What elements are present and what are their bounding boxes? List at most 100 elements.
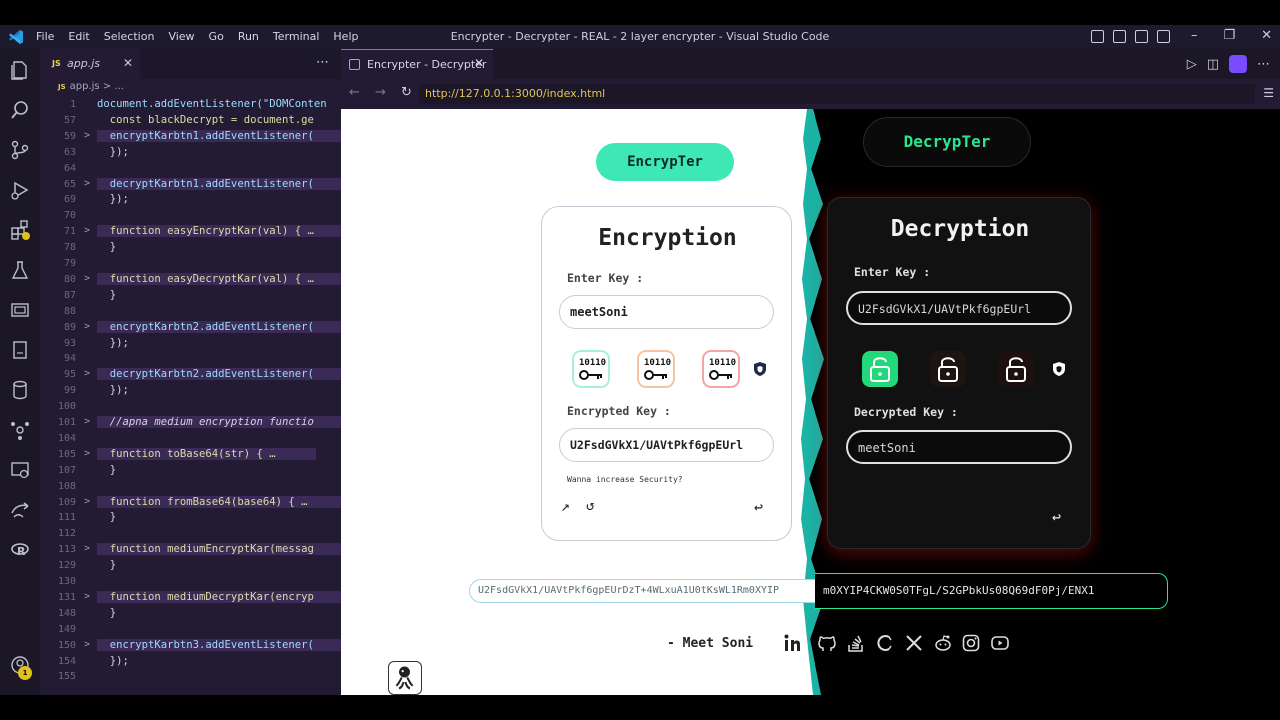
code-line[interactable]: 87 } (40, 288, 341, 304)
code-line[interactable]: 109 > function fromBase64(base64) { … (40, 495, 341, 511)
tab-browser-preview[interactable]: Encrypter - Decrypter ✕ (341, 49, 493, 79)
graph-nodes-icon[interactable] (9, 419, 31, 441)
forward-arrow-icon[interactable]: → (375, 85, 386, 100)
lock-icon[interactable] (1229, 55, 1247, 73)
github-icon[interactable] (817, 633, 837, 653)
code-line[interactable]: 59 > encryptKarbtn1.addEventListener( (40, 129, 341, 145)
restore-icon[interactable]: ❐ (1223, 28, 1235, 43)
close-icon[interactable]: ✕ (1261, 28, 1272, 43)
back-arrow-icon[interactable]: ← (349, 85, 360, 100)
decrypt-level-3-button[interactable] (997, 350, 1035, 388)
database-icon[interactable] (9, 379, 31, 401)
code-line[interactable]: 88 (40, 304, 341, 320)
code-line[interactable]: 71 > function easyEncryptKar(val) { … (40, 224, 341, 240)
code-line[interactable]: 69 }); (40, 192, 341, 208)
code-line[interactable]: 80 > function easyDecryptKar(val) { … (40, 272, 341, 288)
fold-chevron-icon[interactable]: > (84, 130, 90, 141)
codepen-icon[interactable] (875, 633, 895, 653)
code-line[interactable]: 149 (40, 622, 341, 638)
instagram-icon[interactable] (961, 633, 981, 653)
close-tab-icon[interactable]: ✕ (123, 56, 133, 70)
fold-chevron-icon[interactable]: > (84, 448, 90, 459)
fold-chevron-icon[interactable]: > (84, 416, 90, 427)
linkedin-icon[interactable] (783, 633, 803, 653)
reddit-icon[interactable] (933, 633, 953, 653)
encrypt-level-2-button[interactable]: 10110 (637, 350, 675, 388)
code-line[interactable]: 79 (40, 256, 341, 272)
code-line[interactable]: 65 > decryptKarbtn1.addEventListener( (40, 177, 341, 193)
breadcrumb[interactable]: JS app.js > ... (58, 81, 124, 92)
fold-chevron-icon[interactable]: > (84, 225, 90, 236)
testing-flask-icon[interactable] (9, 259, 31, 281)
decrypted-key-output[interactable]: meetSoni (846, 430, 1072, 464)
shield-icon[interactable] (753, 361, 767, 377)
decrypter-pill[interactable]: DecrypTer (863, 117, 1031, 167)
tab-app-js[interactable]: JS app.js ✕ (40, 49, 140, 79)
close-tab-icon[interactable]: ✕ (474, 56, 484, 70)
browser-menu-icon[interactable]: ☰ (1263, 86, 1274, 100)
stackoverflow-icon[interactable] (846, 633, 866, 653)
x-twitter-icon[interactable] (904, 633, 924, 653)
code-line[interactable]: 95 > decryptKarbtn2.addEventListener( (40, 367, 341, 383)
fold-chevron-icon[interactable]: > (84, 496, 90, 507)
site-logo[interactable] (388, 661, 422, 695)
fold-chevron-icon[interactable]: > (84, 368, 90, 379)
code-line[interactable]: 70 (40, 208, 341, 224)
code-line[interactable]: 108 (40, 479, 341, 495)
run-debug-icon[interactable] (9, 179, 31, 201)
code-line[interactable]: 78 } (40, 240, 341, 256)
toggle-secondary-sidebar-icon[interactable] (1157, 30, 1170, 43)
live-preview-icon[interactable] (9, 459, 31, 481)
code-line[interactable]: 150 > encryptKarbtn3.addEventListener( (40, 638, 341, 654)
remote-explorer-icon[interactable] (9, 299, 31, 321)
extensions-icon[interactable] (9, 219, 31, 241)
more-actions-icon[interactable]: ⋯ (316, 55, 329, 70)
encrypter-pill[interactable]: EncrypTer (596, 143, 734, 181)
code-line[interactable]: 129 } (40, 558, 341, 574)
shield-icon[interactable] (1052, 361, 1066, 377)
code-line[interactable]: 57 const blackDecrypt = document.ge (40, 113, 341, 129)
code-line[interactable]: 63 }); (40, 145, 341, 161)
enter-key-input[interactable]: meetSoni (559, 295, 774, 329)
code-line[interactable]: 131 > function mediumDecryptKar(encryp (40, 590, 341, 606)
code-line[interactable]: 100 (40, 399, 341, 415)
code-line[interactable]: 107 } (40, 463, 341, 479)
code-line[interactable]: 111 } (40, 510, 341, 526)
code-line[interactable]: 155 (40, 669, 341, 685)
code-line[interactable]: 89 > encryptKarbtn2.addEventListener( (40, 320, 341, 336)
code-line[interactable]: 154 }); (40, 654, 341, 670)
code-line[interactable]: 113 > function mediumEncryptKar(messag (40, 542, 341, 558)
notebook-icon[interactable] (9, 339, 31, 361)
decrypt-level-1-button[interactable] (861, 350, 899, 388)
code-editor[interactable]: JS app.js ✕ ⋯ JS app.js > ... 1 document.a… (40, 49, 341, 695)
r-language-icon[interactable]: R (9, 539, 31, 561)
fold-chevron-icon[interactable]: > (84, 321, 90, 332)
fold-chevron-icon[interactable]: > (84, 591, 90, 602)
return-arrow-icon[interactable]: ↩ (754, 498, 763, 516)
more-actions-icon[interactable]: ⋯ (1257, 57, 1270, 72)
encrypted-key-output[interactable]: U2FsdGVkX1/UAVtPkf6gpEUrl (559, 428, 774, 462)
fold-chevron-icon[interactable]: > (84, 273, 90, 284)
youtube-icon[interactable] (990, 633, 1010, 653)
code-line[interactable]: 93 }); (40, 336, 341, 352)
fold-chevron-icon[interactable]: > (84, 178, 90, 189)
search-icon[interactable] (9, 99, 31, 121)
code-line[interactable]: 105 > function toBase64(str) { … (40, 447, 341, 463)
expand-arrow-icon[interactable]: ↗ (561, 497, 570, 515)
output-text-dark[interactable]: m0XYIP4CKW0S0TFgL/S2GPbkUs08Q69dF0Pj/ENX… (815, 573, 1168, 609)
minimize-icon[interactable]: – (1191, 28, 1198, 43)
return-arrow-icon[interactable]: ↩ (1052, 508, 1061, 526)
output-text-light[interactable]: U2FsdGVkX1/UAVtPkf6gpEUrDzT+4WLxuA1U0tKs… (469, 579, 815, 603)
decrypt-level-2-button[interactable] (929, 350, 967, 388)
code-line[interactable]: 112 (40, 526, 341, 542)
fold-chevron-icon[interactable]: > (84, 639, 90, 650)
encrypt-level-3-button[interactable]: 10110 (702, 350, 740, 388)
code-line[interactable]: 148 } (40, 606, 341, 622)
customize-layout-icon[interactable] (1091, 30, 1104, 43)
code-line[interactable]: 1 document.addEventListener("DOMConten (40, 97, 341, 113)
code-line[interactable]: 64 (40, 161, 341, 177)
split-editor-icon[interactable]: ◫ (1207, 57, 1219, 72)
explorer-icon[interactable] (9, 59, 31, 81)
swap-icon[interactable]: ↺ (586, 498, 594, 514)
code-line[interactable]: 94 (40, 351, 341, 367)
